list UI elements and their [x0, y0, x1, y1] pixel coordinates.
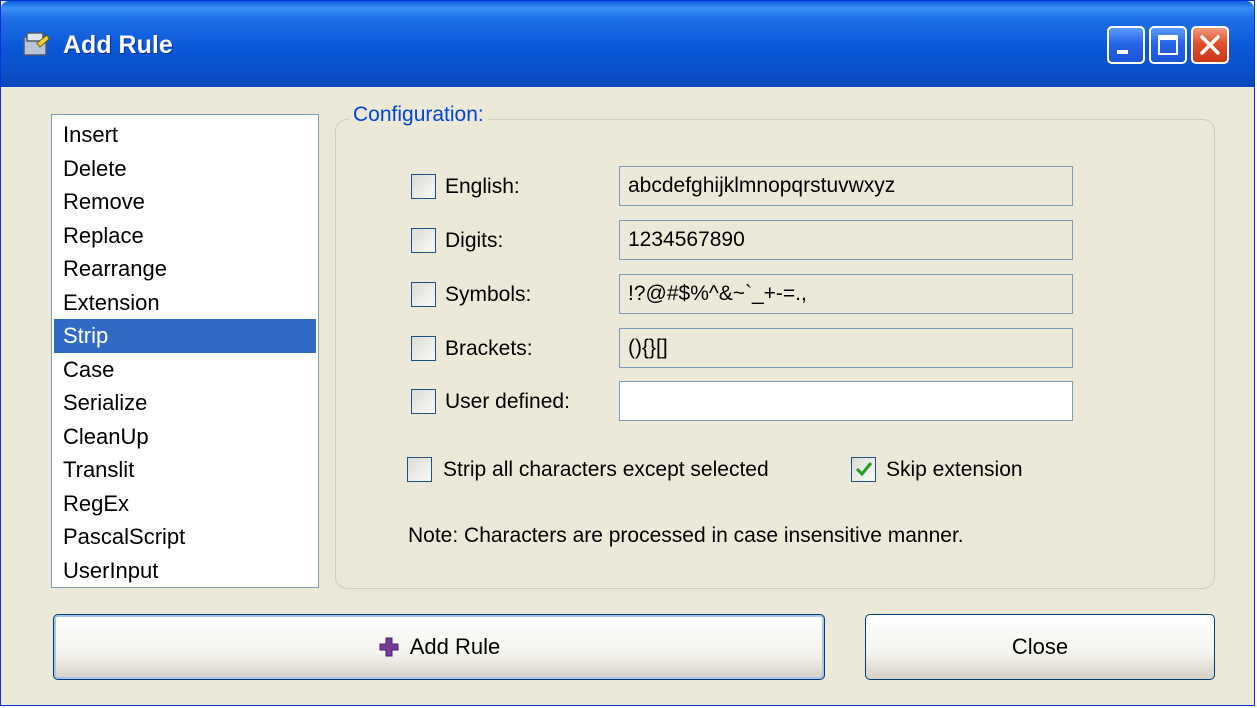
add-rule-label: Add Rule [409, 634, 501, 659]
close-button[interactable]: Close [865, 614, 1215, 680]
rule-item-strip[interactable]: Strip [54, 319, 316, 353]
english-checkbox[interactable] [411, 174, 436, 199]
rule-item-regex[interactable]: RegEx [54, 487, 316, 521]
add-rule-window: Add Rule Insert Delete Remove Replace Rearra… [0, 0, 1255, 706]
symbols-field[interactable]: !?@#$%^&~`_+-=., [619, 274, 1073, 314]
rule-item-replace[interactable]: Replace [54, 219, 316, 253]
minimize-icon [1117, 50, 1128, 54]
checkmark-icon [855, 462, 873, 477]
rule-item-case[interactable]: Case [54, 353, 316, 387]
rule-item-serialize[interactable]: Serialize [54, 386, 316, 420]
user-defined-field[interactable] [619, 381, 1073, 421]
rule-item-extension[interactable]: Extension [54, 286, 316, 320]
app-icon [23, 32, 50, 56]
skip-extension-checkbox[interactable] [851, 457, 876, 482]
close-window-button[interactable] [1191, 26, 1229, 64]
user-defined-checkbox[interactable] [411, 389, 436, 414]
brackets-checkbox[interactable] [411, 336, 436, 361]
note-text: Note: Characters are processed in case i… [408, 524, 964, 547]
rule-item-remove[interactable]: Remove [54, 185, 316, 219]
dialog-body: Insert Delete Remove Replace Rearrange Extens… [9, 87, 1246, 699]
rule-item-rearrange[interactable]: Rearrange [54, 252, 316, 286]
brackets-label[interactable]: Brackets: [445, 337, 533, 361]
close-icon [1200, 35, 1220, 55]
english-field[interactable]: abcdefghijklmnopqrstuvwxyz [619, 166, 1073, 206]
maximize-icon [1158, 35, 1178, 55]
user-defined-label[interactable]: User defined: [445, 390, 570, 414]
strip-all-checkbox[interactable] [407, 457, 432, 482]
plus-icon [379, 637, 399, 657]
add-rule-button[interactable]: Add Rule [53, 614, 825, 680]
minimize-button[interactable] [1107, 26, 1145, 64]
digits-field[interactable]: 1234567890 [619, 220, 1073, 260]
maximize-button[interactable] [1149, 26, 1187, 64]
digits-checkbox[interactable] [411, 228, 436, 253]
title-bar[interactable]: Add Rule [1, 1, 1254, 87]
rule-item-pascalscript[interactable]: PascalScript [54, 520, 316, 554]
rule-item-translit[interactable]: Translit [54, 453, 316, 487]
strip-all-label[interactable]: Strip all characters except selected [443, 458, 769, 482]
symbols-checkbox[interactable] [411, 282, 436, 307]
rule-item-insert[interactable]: Insert [54, 118, 316, 152]
skip-extension-label[interactable]: Skip extension [886, 458, 1023, 482]
window-title: Add Rule [63, 31, 173, 59]
rule-item-cleanup[interactable]: CleanUp [54, 420, 316, 454]
rule-list[interactable]: Insert Delete Remove Replace Rearrange Extens… [51, 114, 319, 588]
brackets-field[interactable]: (){}[] [619, 328, 1073, 368]
close-label: Close [1011, 634, 1069, 659]
english-label[interactable]: English: [445, 175, 520, 199]
configuration-legend: Configuration: [349, 103, 488, 127]
rule-item-delete[interactable]: Delete [54, 152, 316, 186]
digits-label[interactable]: Digits: [445, 229, 503, 253]
symbols-label[interactable]: Symbols: [445, 283, 531, 307]
rule-item-userinput[interactable]: UserInput [54, 554, 316, 588]
